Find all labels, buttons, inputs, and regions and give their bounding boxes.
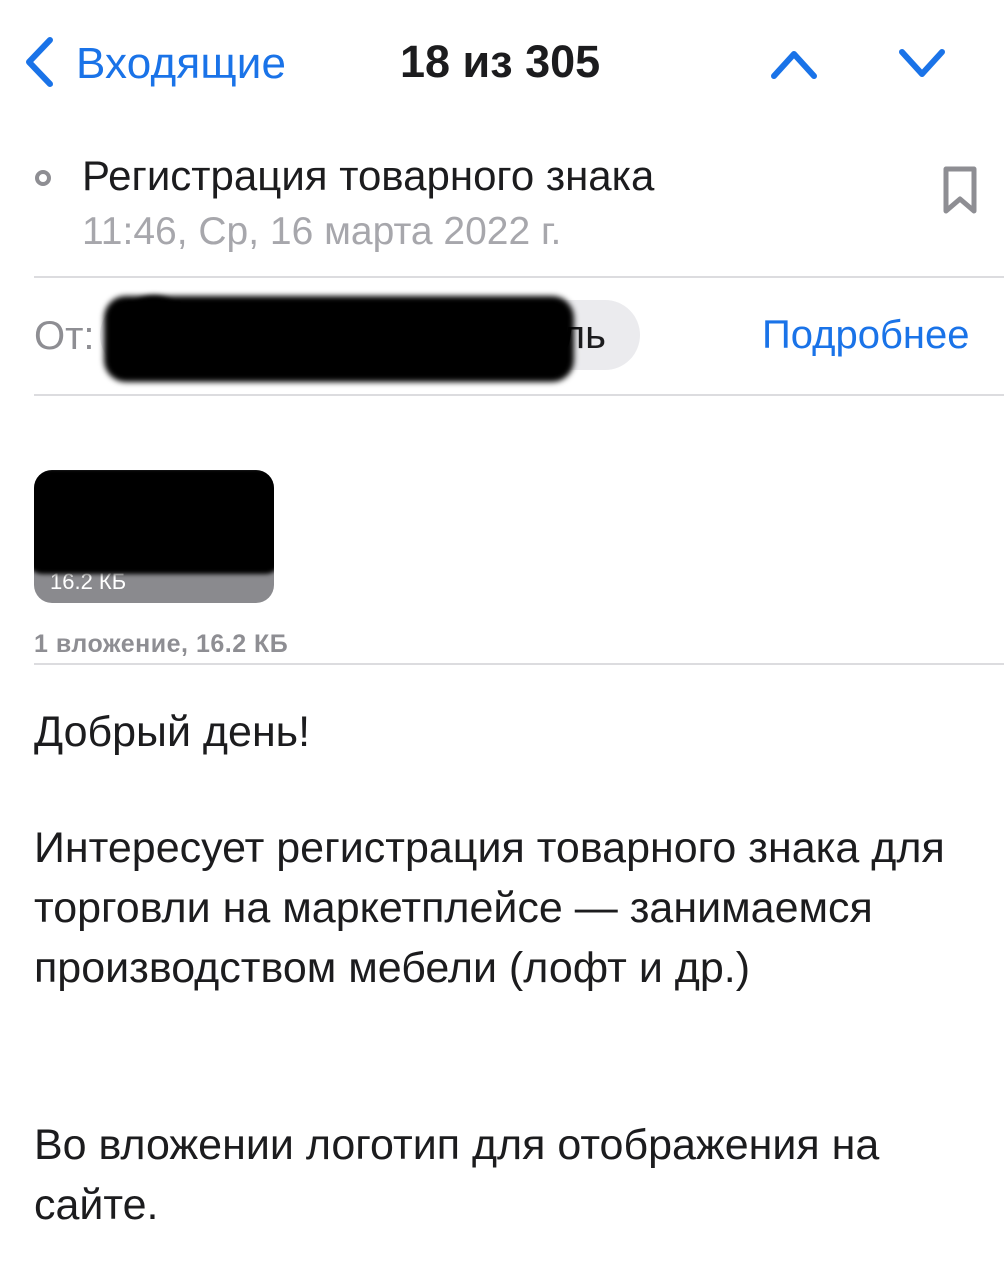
- attachment-thumbnail[interactable]: 16.2 КБ: [34, 470, 274, 603]
- chevron-left-icon: [22, 34, 56, 95]
- header-divider: [34, 276, 1004, 278]
- body-paragraph: Во вложении логотип для отображения на с…: [34, 1121, 880, 1229]
- mail-message-screen: Входящие 18 из 305 Регистрация товарного…: [0, 0, 1004, 1280]
- message-date: 11:46, Ср, 16 марта 2022 г.: [82, 210, 562, 253]
- navigation-bar: Входящие 18 из 305: [0, 0, 1004, 130]
- message-subject: Регистрация товарного знака: [82, 152, 655, 199]
- message-counter: 18 из 305: [400, 36, 601, 87]
- back-button[interactable]: Входящие: [22, 34, 286, 94]
- from-label: От:: [34, 314, 95, 358]
- unread-dot-icon: [35, 170, 51, 186]
- chevron-up-icon: [768, 51, 820, 94]
- attachment-summary: 1 вложение, 16.2 КБ: [34, 630, 289, 658]
- redaction-mark: [132, 296, 176, 326]
- chevron-down-icon: [896, 49, 948, 94]
- from-divider: [34, 394, 1004, 396]
- previous-message-button[interactable]: [768, 38, 820, 90]
- bookmark-icon: [940, 166, 980, 221]
- details-link[interactable]: Подробнее: [762, 313, 969, 358]
- back-label: Входящие: [76, 39, 287, 88]
- body-paragraph: Интересует регистрация товарного знака д…: [34, 824, 945, 992]
- bookmark-button[interactable]: [940, 165, 980, 217]
- next-message-button[interactable]: [896, 38, 948, 90]
- body-greeting: Добрый день!: [34, 708, 311, 756]
- redaction-mark: [34, 470, 274, 574]
- attachment-divider: [34, 663, 1004, 665]
